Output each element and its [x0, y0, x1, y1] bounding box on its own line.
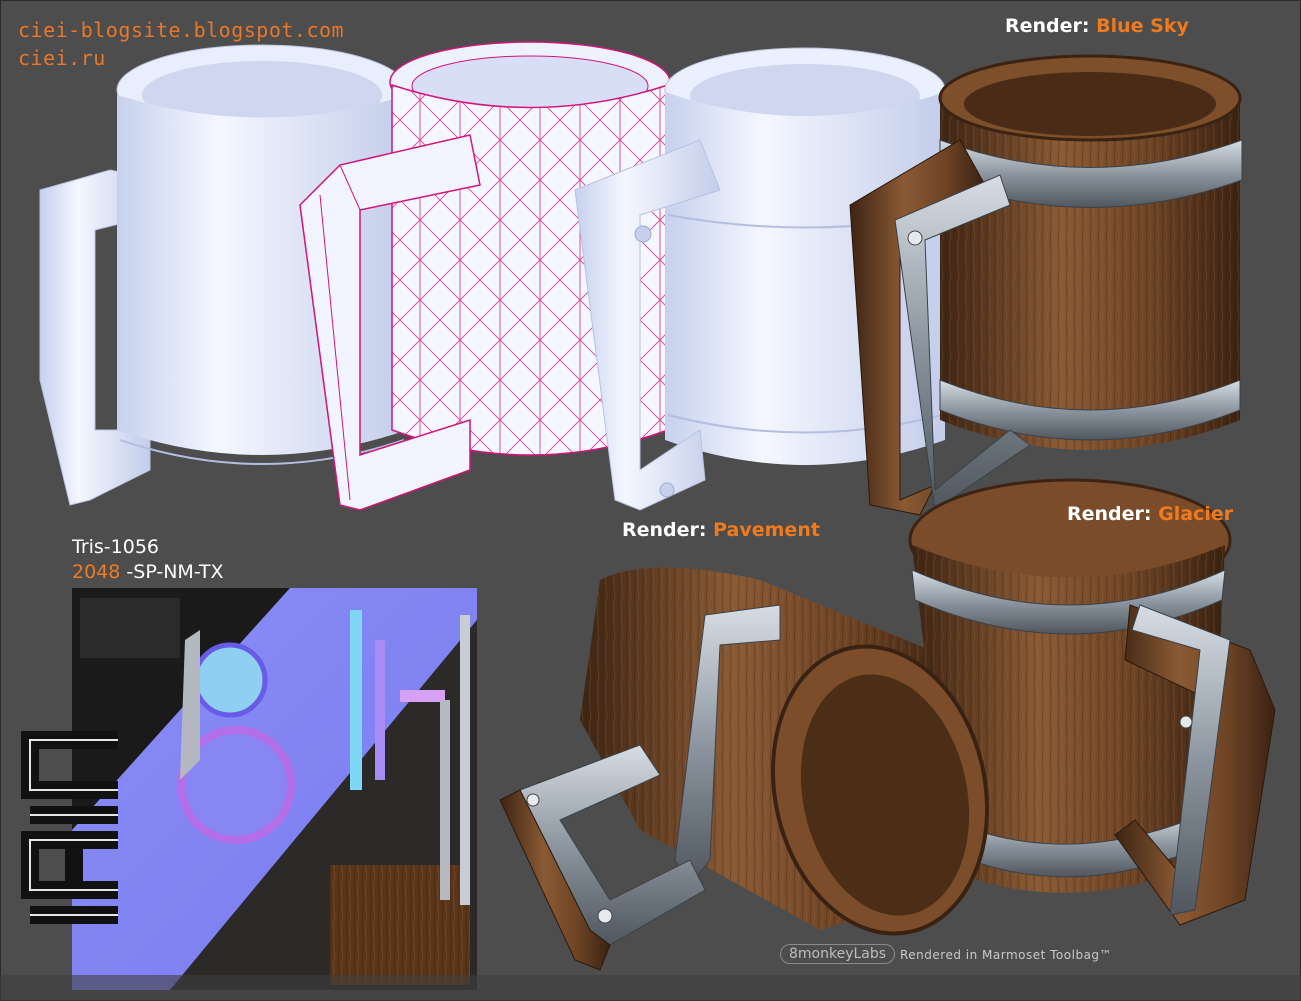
- tri-count: Tris-1056: [72, 536, 160, 558]
- footer-shade: [0, 975, 1301, 1001]
- render-label-pavement: Render: Pavement: [622, 519, 820, 541]
- texture-spec: 2048 -SP-NM-TX: [72, 561, 224, 583]
- texture-map-sheet: [72, 588, 477, 990]
- render-label-blue-sky: Render: Blue Sky: [1005, 15, 1189, 37]
- studio-badge: 8monkeyLabs: [780, 944, 896, 964]
- site-url: ciei-blogsite.blogspot.com: [18, 18, 345, 42]
- render-prefix: Render: [622, 519, 699, 541]
- render-value: Pavement: [713, 519, 820, 541]
- render-label-glacier: Render: Glacier: [1067, 503, 1234, 525]
- render-value: Glacier: [1158, 503, 1234, 525]
- render-prefix: Render: [1067, 503, 1144, 525]
- texture-resolution: 2048: [72, 561, 121, 583]
- render-prefix: Render: [1005, 15, 1082, 37]
- site-alt-url: ciei.ru: [18, 46, 106, 70]
- artwork-canvas: [0, 41, 1301, 1001]
- render-credit: Rendered in Marmoset Toolbag™: [900, 948, 1113, 962]
- texture-maps: -SP-NM-TX: [120, 561, 224, 583]
- render-value: Blue Sky: [1096, 15, 1189, 37]
